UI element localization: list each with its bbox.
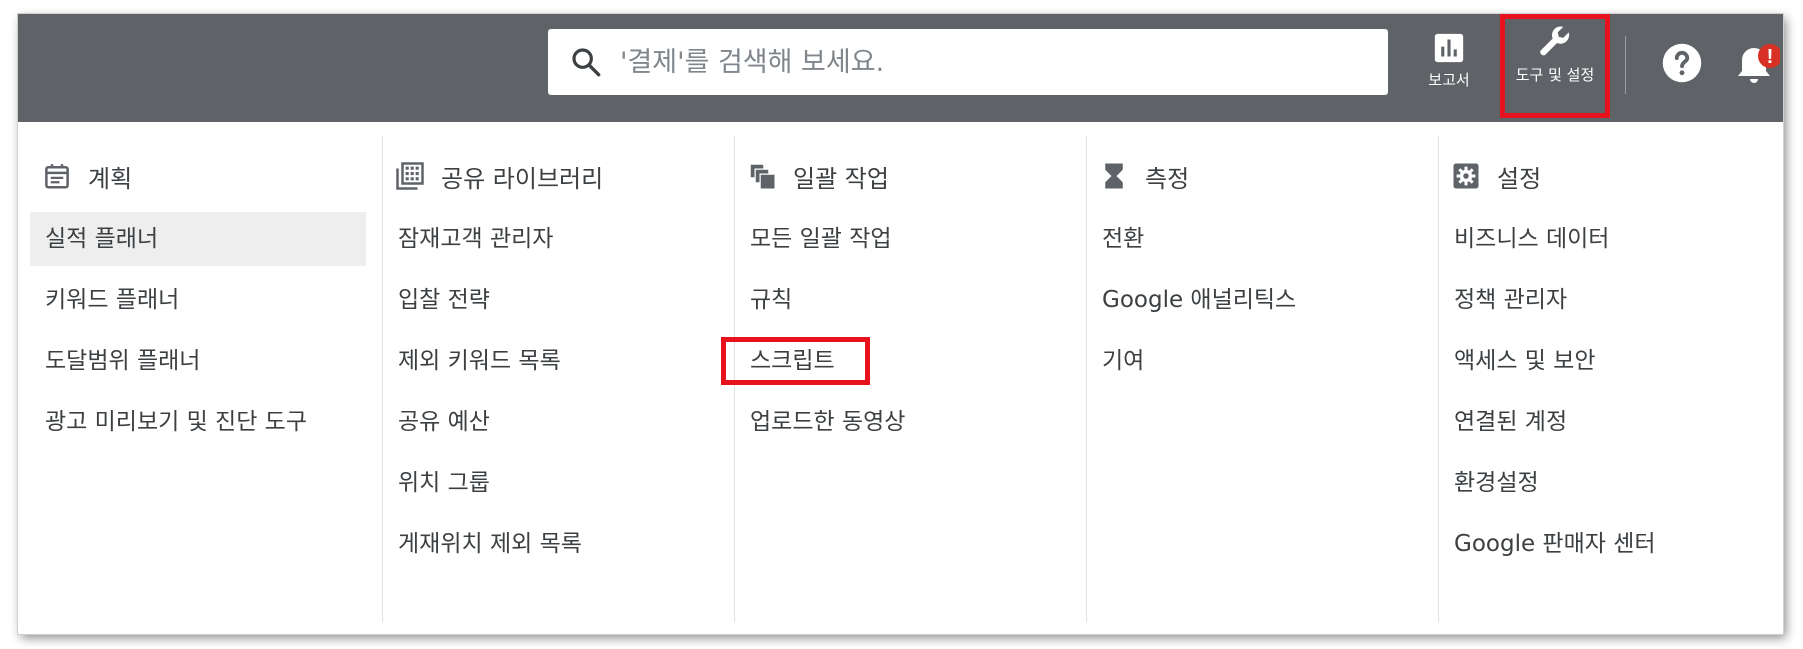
menu-item-negative-keyword-lists[interactable]: 제외 키워드 목록 xyxy=(383,334,735,388)
menu-item-linked-accounts[interactable]: 연결된 계정 xyxy=(1439,395,1783,449)
column-title: 일괄 작업 xyxy=(793,164,889,193)
wrench-icon xyxy=(1540,26,1570,56)
bell-icon: ! xyxy=(1738,44,1782,83)
menu-item-reach-planner[interactable]: 도달범위 플래너 xyxy=(30,334,382,388)
google-ads-window: 보고서 도구 및 설정 ! xyxy=(18,14,1783,634)
column-header: 공유 라이브러리 xyxy=(395,160,604,193)
column-header: 측정 xyxy=(1099,160,1190,193)
menu-item-conversions[interactable]: 전환 xyxy=(1087,212,1439,266)
menu-column-bulk-actions: 일괄 작업 모든 일괄 작업 규칙 스크립트 업로드한 동영상 xyxy=(734,136,1087,622)
notification-badge: ! xyxy=(1767,46,1774,68)
toolbar-divider xyxy=(1625,36,1626,94)
reports-label: 보고서 xyxy=(1428,71,1470,89)
menu-item-scripts[interactable]: 스크립트 xyxy=(735,334,1087,388)
column-title: 계획 xyxy=(88,164,133,193)
menu-item-shared-budgets[interactable]: 공유 예산 xyxy=(383,395,735,449)
menu-item-location-groups[interactable]: 위치 그룹 xyxy=(383,456,735,510)
bar-chart-icon xyxy=(1434,33,1464,63)
menu-item-rules[interactable]: 규칙 xyxy=(735,273,1087,327)
settings-icon xyxy=(1453,163,1479,189)
menu-item-ad-preview-tool[interactable]: 광고 미리보기 및 진단 도구 xyxy=(30,395,382,449)
menu-item-google-merchant-center[interactable]: Google 판매자 센터 xyxy=(1439,517,1783,571)
top-bar: 보고서 도구 및 설정 ! xyxy=(18,14,1783,122)
menu-item-access-and-security[interactable]: 액세스 및 보안 xyxy=(1439,334,1783,388)
menu-item-business-data[interactable]: 비즈니스 데이터 xyxy=(1439,212,1783,266)
tools-menu: 계획 실적 플래너 키워드 플래너 도달범위 플래너 광고 미리보기 및 진단 … xyxy=(18,122,1783,634)
menu-column-planning: 계획 실적 플래너 키워드 플래너 도달범위 플래너 광고 미리보기 및 진단 … xyxy=(30,136,382,622)
menu-item-preferences[interactable]: 환경설정 xyxy=(1439,456,1783,510)
menu-item-all-bulk-actions[interactable]: 모든 일괄 작업 xyxy=(735,212,1087,266)
help-circle-icon[interactable] xyxy=(1661,42,1703,84)
column-header: 계획 xyxy=(42,160,133,193)
search-box[interactable] xyxy=(548,29,1388,95)
menu-column-measurement: 측정 전환 Google 애널리틱스 기여 xyxy=(1086,136,1439,622)
menu-item-uploaded-videos[interactable]: 업로드한 동영상 xyxy=(735,395,1087,449)
column-header: 설정 xyxy=(1451,160,1542,193)
menu-item-bid-strategies[interactable]: 입찰 전략 xyxy=(383,273,735,327)
menu-item-policy-manager[interactable]: 정책 관리자 xyxy=(1439,273,1783,327)
menu-item-keyword-planner[interactable]: 키워드 플래너 xyxy=(30,273,382,327)
column-header: 일괄 작업 xyxy=(747,160,889,193)
column-title: 공유 라이브러리 xyxy=(441,164,604,193)
menu-item-audience-manager[interactable]: 잠재고객 관리자 xyxy=(383,212,735,266)
tools-and-settings-button[interactable]: 도구 및 설정 xyxy=(1500,14,1610,118)
search-icon xyxy=(572,48,601,77)
menu-item-placement-exclusion-lists[interactable]: 게재위치 제외 목록 xyxy=(383,517,735,571)
menu-item-attribution[interactable]: 기여 xyxy=(1087,334,1439,388)
menu-item-performance-planner[interactable]: 실적 플래너 xyxy=(30,212,366,266)
library-icon xyxy=(396,162,424,190)
notifications-button[interactable]: ! xyxy=(1734,40,1782,90)
menu-column-setup: 설정 비즈니스 데이터 정책 관리자 액세스 및 보안 연결된 계정 환경설정 … xyxy=(1438,136,1783,622)
menu-column-shared-library: 공유 라이브러리 잠재고객 관리자 입찰 전략 제외 키워드 목록 공유 예산 … xyxy=(382,136,735,622)
column-title: 설정 xyxy=(1497,164,1542,193)
search-input[interactable] xyxy=(620,29,1360,95)
hourglass-icon xyxy=(1105,163,1123,189)
calendar-icon xyxy=(45,164,69,189)
reports-button[interactable]: 보고서 xyxy=(1411,29,1487,109)
menu-item-google-analytics[interactable]: Google 애널리틱스 xyxy=(1087,273,1439,327)
copy-icon xyxy=(750,164,775,189)
tools-label: 도구 및 설정 xyxy=(1515,66,1595,84)
column-title: 측정 xyxy=(1145,164,1190,193)
